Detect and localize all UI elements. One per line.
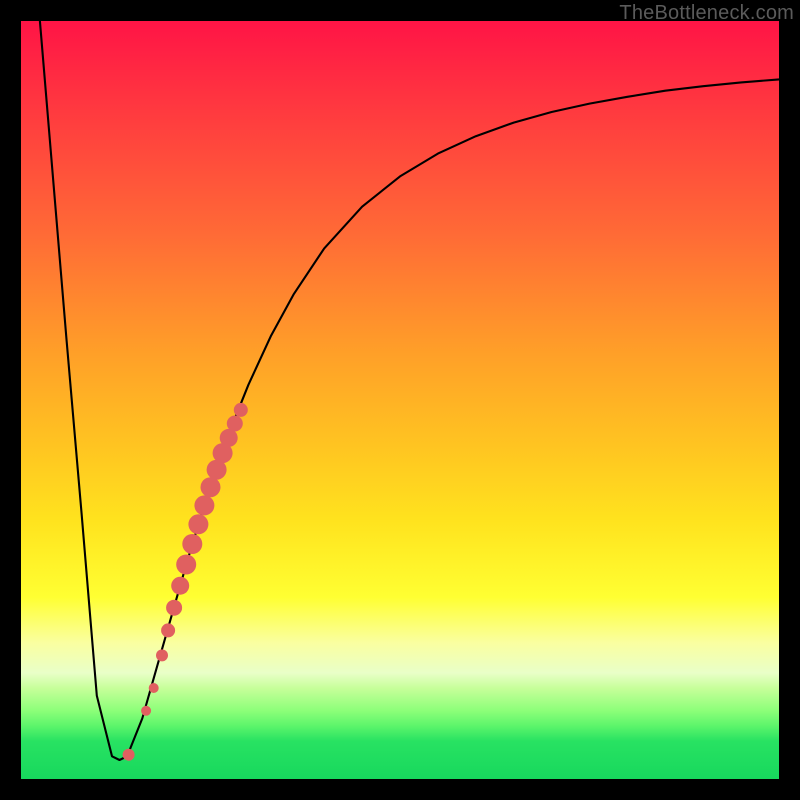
marker-dot bbox=[156, 649, 168, 661]
marker-dot bbox=[188, 514, 208, 534]
marker-dot bbox=[201, 477, 221, 497]
marker-dot bbox=[161, 623, 175, 637]
marker-dot bbox=[182, 534, 202, 554]
bottleneck-curve bbox=[40, 21, 779, 760]
marker-dot bbox=[176, 555, 196, 575]
marker-dot bbox=[171, 577, 189, 595]
highlighted-region bbox=[123, 403, 248, 761]
plot-area bbox=[21, 21, 779, 779]
marker-dot bbox=[141, 706, 151, 716]
marker-dot bbox=[234, 403, 248, 417]
marker-dot bbox=[194, 495, 214, 515]
chart-svg bbox=[21, 21, 779, 779]
marker-dot bbox=[227, 416, 243, 432]
chart-frame: TheBottleneck.com bbox=[0, 0, 800, 800]
marker-dot bbox=[220, 429, 238, 447]
marker-dot bbox=[166, 600, 182, 616]
marker-dot bbox=[149, 683, 159, 693]
marker-dot bbox=[123, 749, 135, 761]
